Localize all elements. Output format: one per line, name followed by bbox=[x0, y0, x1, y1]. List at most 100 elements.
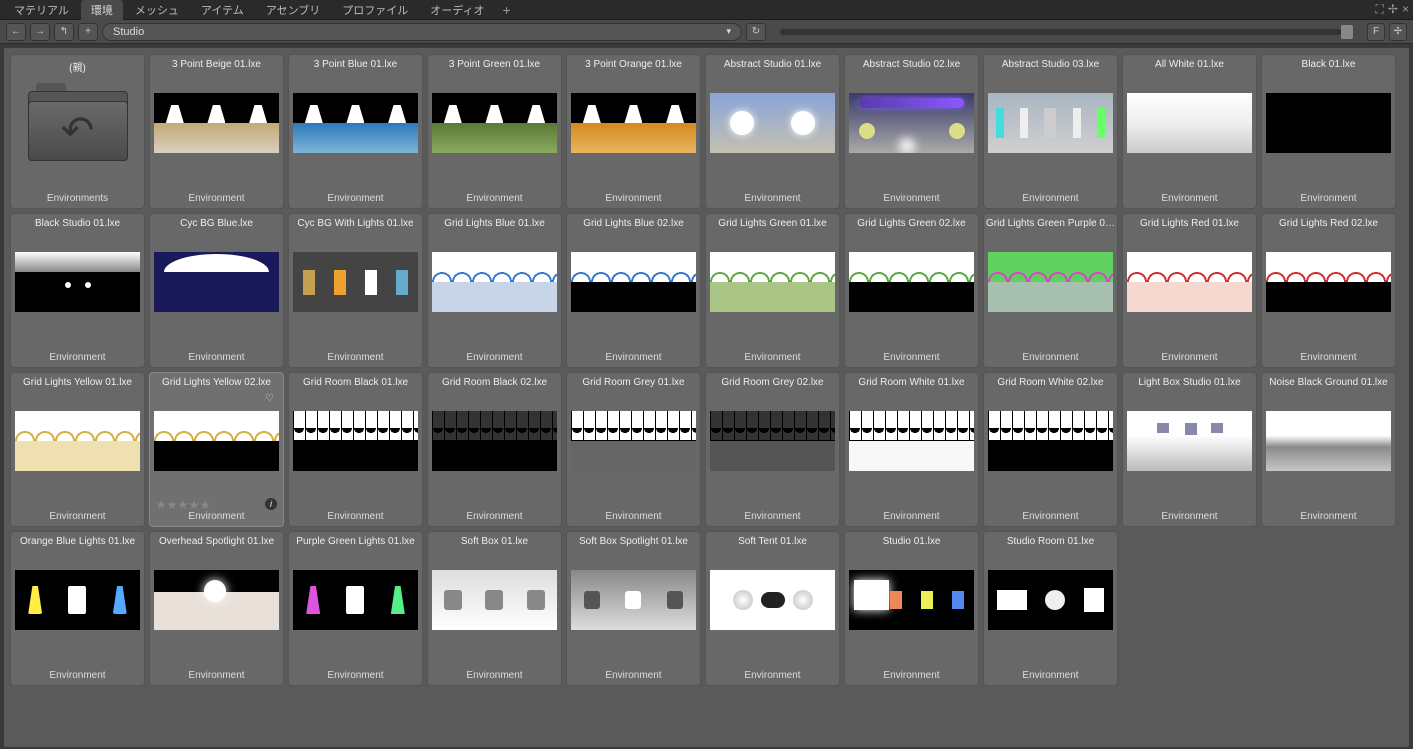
asset-title: Light Box Studio 01.lxe bbox=[1123, 373, 1256, 391]
back-button[interactable]: ← bbox=[6, 23, 26, 41]
asset-item[interactable]: Grid Room White 01.lxe Environment bbox=[844, 372, 979, 527]
asset-item[interactable]: Overhead Spotlight 01.lxe Environment bbox=[149, 531, 284, 686]
asset-item[interactable]: 3 Point Orange 01.lxe Environment bbox=[566, 54, 701, 209]
asset-item[interactable]: Abstract Studio 01.lxe Environment bbox=[705, 54, 840, 209]
asset-type: Environment bbox=[323, 507, 387, 526]
asset-type: Environment bbox=[1157, 348, 1221, 367]
asset-item[interactable]: Black 01.lxe Environment bbox=[1261, 54, 1396, 209]
parent-folder[interactable]: (親) ↶ Environments bbox=[10, 54, 145, 209]
asset-title: 3 Point Orange 01.lxe bbox=[567, 55, 700, 73]
asset-title: 3 Point Beige 01.lxe bbox=[150, 55, 283, 73]
asset-item[interactable]: Grid Room Black 01.lxe Environment bbox=[288, 372, 423, 527]
asset-type: Environment bbox=[601, 348, 665, 367]
asset-item[interactable]: Grid Lights Green 01.lxe Environment bbox=[705, 213, 840, 368]
asset-title: Noise Black Ground 01.lxe bbox=[1262, 373, 1395, 391]
asset-item[interactable]: Grid Lights Green 02.lxe Environment bbox=[844, 213, 979, 368]
tab-1[interactable]: 環境 bbox=[81, 0, 123, 20]
asset-title: Grid Room Black 01.lxe bbox=[289, 373, 422, 391]
asset-item[interactable]: Purple Green Lights 01.lxe Environment bbox=[288, 531, 423, 686]
close-icon[interactable]: × bbox=[1402, 2, 1409, 17]
tab-5[interactable]: プロファイル bbox=[332, 0, 418, 20]
tab-bar-right: ⛶ ✢ × bbox=[1376, 2, 1409, 17]
asset-type: Environment bbox=[1296, 507, 1360, 526]
asset-item[interactable]: Grid Lights Yellow 02.lxe ♡ i Environmen… bbox=[149, 372, 284, 527]
asset-type: Environment bbox=[740, 189, 804, 208]
asset-type: Environment bbox=[1157, 507, 1221, 526]
tab-0[interactable]: マテリアル bbox=[4, 0, 79, 20]
asset-item[interactable]: Grid Room White 02.lxe Environment bbox=[983, 372, 1118, 527]
zoom-slider-thumb[interactable] bbox=[1341, 25, 1353, 39]
asset-title: Grid Lights Green 02.lxe bbox=[845, 214, 978, 232]
asset-type: Environment bbox=[45, 666, 109, 685]
asset-item[interactable]: Grid Room Black 02.lxe Environment bbox=[427, 372, 562, 527]
tab-6[interactable]: オーディオ bbox=[420, 0, 494, 20]
asset-item[interactable]: Soft Tent 01.lxe Environment bbox=[705, 531, 840, 686]
asset-item[interactable]: Grid Lights Blue 01.lxe Environment bbox=[427, 213, 562, 368]
asset-title: Studio Room 01.lxe bbox=[984, 532, 1117, 550]
chevron-down-icon: ▾ bbox=[726, 26, 731, 37]
asset-item[interactable]: Cyc BG Blue.lxe Environment bbox=[149, 213, 284, 368]
asset-item[interactable]: Abstract Studio 02.lxe Environment bbox=[844, 54, 979, 209]
tab-4[interactable]: アセンブリ bbox=[256, 0, 330, 20]
asset-title: Studio 01.lxe bbox=[845, 532, 978, 550]
asset-title: Abstract Studio 02.lxe bbox=[845, 55, 978, 73]
info-icon[interactable]: i bbox=[265, 498, 277, 510]
asset-title: Grid Lights Green Purple 01.lxe bbox=[984, 214, 1117, 232]
asset-title: Orange Blue Lights 01.lxe bbox=[11, 532, 144, 550]
asset-type: Environment bbox=[462, 507, 526, 526]
asset-item[interactable]: 3 Point Green 01.lxe Environment bbox=[427, 54, 562, 209]
asset-item[interactable]: Cyc BG With Lights 01.lxe Environment bbox=[288, 213, 423, 368]
gear-icon[interactable]: ✢ bbox=[1388, 2, 1398, 17]
asset-item[interactable]: Black Studio 01.lxe Environment bbox=[10, 213, 145, 368]
favorite-icon[interactable]: ♡ bbox=[265, 393, 277, 405]
asset-type: Environment bbox=[323, 348, 387, 367]
asset-item[interactable]: Abstract Studio 03.lxe Environment bbox=[983, 54, 1118, 209]
asset-title: Grid Room Grey 02.lxe bbox=[706, 373, 839, 391]
asset-title: Cyc BG With Lights 01.lxe bbox=[289, 214, 422, 232]
asset-item[interactable]: Grid Lights Green Purple 01.lxe Environm… bbox=[983, 213, 1118, 368]
asset-item[interactable]: Noise Black Ground 01.lxe Environment bbox=[1261, 372, 1396, 527]
asset-item[interactable]: Orange Blue Lights 01.lxe Environment bbox=[10, 531, 145, 686]
asset-browser: (親) ↶ Environments 3 Point Beige 01.lxe … bbox=[2, 46, 1411, 749]
folder-up-icon: ↶ bbox=[28, 83, 128, 163]
settings-gear-icon[interactable]: ✢ bbox=[1389, 23, 1407, 41]
zoom-slider[interactable] bbox=[780, 29, 1353, 35]
asset-type: Environment bbox=[184, 189, 248, 208]
tab-add-button[interactable]: + bbox=[496, 2, 516, 18]
asset-item[interactable]: Grid Lights Red 02.lxe Environment bbox=[1261, 213, 1396, 368]
path-dropdown[interactable]: Studio ▾ bbox=[102, 23, 742, 41]
asset-type: Environment bbox=[1018, 507, 1082, 526]
asset-item[interactable]: Grid Lights Blue 02.lxe Environment bbox=[566, 213, 701, 368]
asset-item[interactable]: Studio 01.lxe Environment bbox=[844, 531, 979, 686]
refresh-button[interactable]: ↻ bbox=[746, 23, 766, 41]
up-button[interactable]: ↰ bbox=[54, 23, 74, 41]
asset-type: Environment bbox=[1018, 189, 1082, 208]
asset-type: Environment bbox=[879, 189, 943, 208]
forward-button[interactable]: → bbox=[30, 23, 50, 41]
tab-3[interactable]: アイテム bbox=[191, 0, 254, 20]
asset-item[interactable]: 3 Point Blue 01.lxe Environment bbox=[288, 54, 423, 209]
asset-item[interactable]: Grid Lights Red 01.lxe Environment bbox=[1122, 213, 1257, 368]
asset-item[interactable]: Grid Room Grey 02.lxe Environment bbox=[705, 372, 840, 527]
asset-item[interactable]: Grid Lights Yellow 01.lxe Environment bbox=[10, 372, 145, 527]
asset-title: Grid Room White 02.lxe bbox=[984, 373, 1117, 391]
tab-2[interactable]: メッシュ bbox=[125, 0, 189, 20]
asset-type: Environment bbox=[1018, 348, 1082, 367]
asset-item[interactable]: All White 01.lxe Environment bbox=[1122, 54, 1257, 209]
asset-item[interactable]: Studio Room 01.lxe Environment bbox=[983, 531, 1118, 686]
add-button[interactable]: + bbox=[78, 23, 98, 41]
asset-type: Environment bbox=[184, 666, 248, 685]
asset-title: 3 Point Blue 01.lxe bbox=[289, 55, 422, 73]
asset-item[interactable]: Grid Room Grey 01.lxe Environment bbox=[566, 372, 701, 527]
asset-title: Grid Lights Red 01.lxe bbox=[1123, 214, 1256, 232]
expand-icon[interactable]: ⛶ bbox=[1376, 2, 1384, 17]
asset-title: Soft Box 01.lxe bbox=[428, 532, 561, 550]
asset-item[interactable]: Light Box Studio 01.lxe Environment bbox=[1122, 372, 1257, 527]
asset-title: Grid Lights Yellow 02.lxe bbox=[150, 373, 283, 391]
asset-title: Grid Room Black 02.lxe bbox=[428, 373, 561, 391]
rating-stars[interactable] bbox=[156, 500, 210, 510]
asset-item[interactable]: Soft Box Spotlight 01.lxe Environment bbox=[566, 531, 701, 686]
asset-item[interactable]: 3 Point Beige 01.lxe Environment bbox=[149, 54, 284, 209]
asset-item[interactable]: Soft Box 01.lxe Environment bbox=[427, 531, 562, 686]
filter-button[interactable]: F bbox=[1367, 23, 1385, 41]
